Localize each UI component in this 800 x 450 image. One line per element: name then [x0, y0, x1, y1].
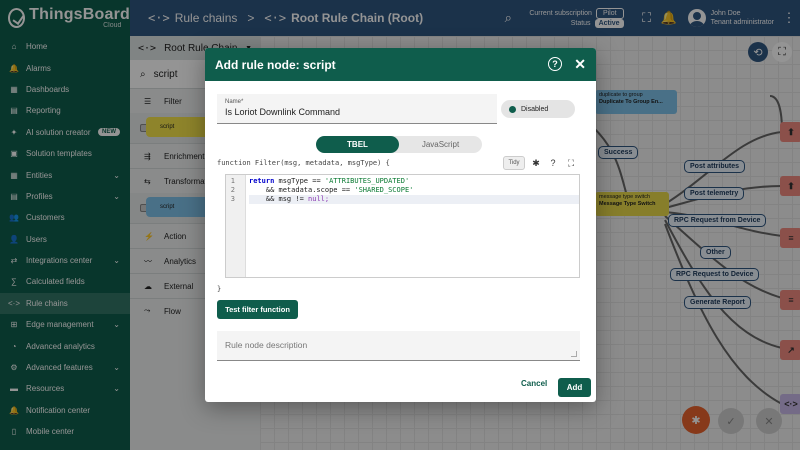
add-rule-node-dialog: Add rule node: script ? ✕ Name* Is Lorio…	[205, 48, 596, 402]
closing-brace: }	[217, 285, 222, 293]
line-number: 2	[230, 186, 235, 194]
line-number: 3	[230, 195, 235, 203]
code-token: && metadata.scope ==	[265, 186, 355, 194]
code-content[interactable]: return msgType == 'ATTRIBUTES_UPDATED' &…	[249, 177, 579, 204]
debug-bug-icon[interactable]: ✱	[529, 156, 543, 170]
script-language-toggle: TBEL JavaScript	[316, 136, 482, 153]
code-token: 'ATTRIBUTES_UPDATED'	[324, 177, 410, 185]
lang-tbel-option[interactable]: TBEL	[316, 136, 399, 153]
disabled-label: Disabled	[521, 105, 549, 113]
name-label: Name*	[225, 99, 244, 105]
code-token: && msg !=	[265, 195, 309, 203]
line-number: 1	[230, 177, 235, 185]
code-token: null;	[308, 195, 330, 203]
bug-toggle-icon	[509, 105, 516, 113]
cancel-button[interactable]: Cancel	[521, 379, 547, 388]
code-token: return	[249, 177, 275, 185]
dialog-header: Add rule node: script ? ✕	[205, 48, 596, 81]
line-gutter: 123	[226, 175, 246, 277]
description-placeholder: Rule node description	[225, 340, 308, 350]
lang-javascript-option[interactable]: JavaScript	[399, 136, 482, 153]
code-line[interactable]: && msg != null;	[249, 195, 579, 204]
resize-grip-icon[interactable]	[571, 351, 577, 357]
help-icon[interactable]: ?	[546, 156, 560, 170]
tidy-button[interactable]: Tidy	[503, 156, 525, 170]
add-button[interactable]: Add	[558, 378, 591, 397]
node-name-field[interactable]: Name* Is Loriot Downlink Command	[217, 94, 497, 124]
code-token: msgType ==	[274, 177, 325, 185]
code-line[interactable]: && metadata.scope == 'SHARED_SCOPE'	[249, 186, 579, 195]
dialog-title: Add rule node: script	[215, 57, 336, 72]
function-signature: function Filter(msg, metadata, msgType) …	[217, 159, 390, 167]
fullscreen-icon[interactable]: ⛶	[564, 156, 578, 170]
code-line[interactable]: return msgType == 'ATTRIBUTES_UPDATED'	[249, 177, 579, 186]
close-icon[interactable]: ✕	[574, 56, 586, 73]
test-filter-function-button[interactable]: Test filter function	[217, 300, 298, 319]
code-editor[interactable]: 123 return msgType == 'ATTRIBUTES_UPDATE…	[225, 174, 580, 278]
code-token: 'SHARED_SCOPE'	[354, 186, 414, 194]
disabled-toggle[interactable]: Disabled	[501, 100, 575, 118]
name-input-value[interactable]: Is Loriot Downlink Command	[225, 107, 489, 117]
description-textarea[interactable]: Rule node description	[217, 331, 580, 361]
help-icon[interactable]: ?	[548, 57, 562, 71]
